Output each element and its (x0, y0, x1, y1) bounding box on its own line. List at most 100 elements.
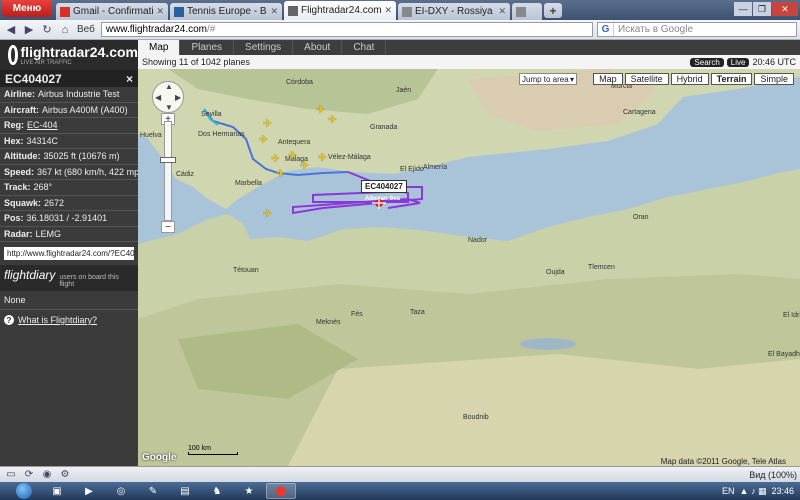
sync-icon[interactable]: ⟳ (21, 469, 37, 481)
minimize-icon[interactable]: — (734, 2, 752, 16)
live-button[interactable]: Live (726, 57, 750, 67)
scale-bar (188, 452, 238, 455)
language-indicator[interactable]: EN (722, 486, 735, 496)
tab-close-icon[interactable]: ✕ (384, 5, 392, 16)
tab-tennis-europe[interactable]: Tennis Europe - Boris S... ✕ (170, 3, 282, 20)
flight-field-row: Radar: LEMG (0, 227, 138, 242)
pan-up-icon[interactable]: ▲ (165, 82, 173, 91)
pan-right-icon[interactable]: ▶ (175, 93, 181, 102)
tab-planes[interactable]: Planes (180, 40, 235, 55)
city-label: Dos Hermanas (198, 131, 245, 138)
zoom-slider[interactable] (164, 121, 172, 221)
app-icon[interactable]: ▤ (170, 483, 200, 499)
home-icon[interactable]: ⌂ (57, 22, 73, 38)
map-type-satellite[interactable]: Satellite (624, 73, 669, 85)
aircraft-icon[interactable]: ✈ (263, 117, 272, 130)
aircraft-icon[interactable]: ✈ (300, 159, 309, 172)
explorer-icon[interactable]: ▣ (42, 483, 72, 499)
browser-status-bar: ▭ ⟳ ◉ ⚙ Вид (100%) (0, 466, 800, 482)
flight-info-panel: flightradar24.com LIVE AIR TRAFFIC EC404… (0, 40, 138, 466)
map-type-simple[interactable]: Simple (754, 73, 794, 85)
tab-settings[interactable]: Settings (234, 40, 294, 55)
view-zoom[interactable]: Вид (100%) (749, 470, 797, 480)
aircraft-icon[interactable]: ✈ (263, 207, 272, 220)
address-bar[interactable]: www.flightradar24.com/# (100, 22, 593, 37)
tab-gmail[interactable]: Gmail - Confirmation ✕ (56, 3, 168, 20)
back-icon[interactable]: ◀ (3, 22, 19, 38)
flightradar-favicon-icon (288, 5, 298, 16)
map-type-hybrid[interactable]: Hybrid (670, 73, 709, 85)
chevron-down-icon: ▾ (569, 74, 574, 84)
tab-chat[interactable]: Chat (342, 40, 387, 55)
tab-flightradar[interactable]: Flightradar24.com - Liv... ✕ (284, 1, 396, 20)
selected-flight-callsign[interactable]: EC404027 (361, 180, 407, 193)
zoom-slider-thumb[interactable] (160, 157, 176, 163)
search-input[interactable]: G Искать в Google (597, 22, 797, 37)
clock[interactable]: 23:46 (771, 486, 794, 496)
tab-ei-dxy[interactable]: EI-DXY - Rossiya - data... ✕ (398, 3, 510, 20)
flightdiary-what-link[interactable]: ? What is Flightdiary? (0, 310, 138, 330)
flight-field-row: Hex: 34314C (0, 134, 138, 149)
map-type-map[interactable]: Map (593, 73, 623, 85)
map-status-bar: Showing 11 of 1042 planes Search Live 20… (138, 55, 800, 69)
flightdiary-logo[interactable]: flightdiary (4, 268, 55, 282)
map-canvas[interactable]: Córdoba Jaén Murcia Cartagena Sevilla Granada… (138, 69, 800, 466)
tab-about[interactable]: About (293, 40, 343, 55)
jump-to-area-select[interactable]: Jump to area ▾ (519, 73, 577, 85)
panel-toggle-icon[interactable]: ▭ (3, 469, 19, 481)
share-link-field[interactable]: http://www.flightradar24.com/?EC404027 (4, 247, 134, 260)
window-close-icon[interactable]: ✕ (772, 2, 798, 16)
city-label: Sevilla (201, 111, 222, 118)
turbo-icon[interactable]: ◉ (39, 469, 55, 481)
city-label: Marbella (235, 180, 262, 187)
city-label: Vélez-Málaga (328, 154, 371, 161)
browser-nav-bar: ◀ ▶ ↻ ⌂ Веб www.flightradar24.com/# G Ис… (0, 20, 800, 40)
flightradar-logo[interactable]: flightradar24.com LIVE AIR TRAFFIC (0, 40, 138, 70)
opera-icon[interactable]: ⬤ (266, 483, 296, 499)
opera-menu-button[interactable]: Меню (2, 0, 52, 17)
field-key: Track: (4, 182, 31, 193)
flightdiary-subtitle: users on board this flight (59, 274, 119, 288)
media-player-icon[interactable]: ▶ (74, 483, 104, 499)
forward-icon[interactable]: ▶ (21, 22, 37, 38)
aircraft-icon[interactable]: ✈ (271, 152, 280, 165)
aircraft-icon[interactable]: ✈ (288, 149, 297, 162)
field-key: Speed: (4, 166, 35, 177)
aircraft-icon[interactable]: ✈ (276, 167, 285, 180)
field-value: 367 kt (680 km/h, 422 mph) (37, 166, 138, 177)
map-type-terrain[interactable]: Terrain (710, 73, 753, 85)
settings-icon[interactable]: ⚙ (57, 469, 73, 481)
city-label: Tlemcen (588, 264, 615, 271)
tab-close-icon[interactable]: ✕ (270, 6, 278, 17)
reload-icon[interactable]: ↻ (39, 22, 55, 38)
city-label: Taza (410, 309, 425, 316)
pan-left-icon[interactable]: ◀ (155, 93, 161, 102)
field-value: Airbus A400M (A400) (42, 104, 128, 115)
pan-down-icon[interactable]: ▼ (165, 103, 173, 112)
aircraft-icon[interactable]: ✈ (328, 113, 337, 126)
maximize-icon[interactable]: ❐ (753, 2, 771, 16)
aircraft-icon[interactable]: ✈ (259, 133, 268, 146)
tab-close-icon[interactable]: ✕ (498, 6, 506, 17)
zoom-out-button[interactable]: − (161, 221, 175, 233)
app-icon[interactable]: ★ (234, 483, 264, 499)
pan-control[interactable]: ▲ ◀ ▶ ▼ (152, 81, 184, 113)
chrome-icon[interactable]: ◎ (106, 483, 136, 499)
windows-start-icon[interactable] (16, 483, 32, 499)
page-favicon-icon (516, 6, 526, 17)
sea-label: Alboran Sea (365, 196, 401, 202)
tray-icons[interactable]: ▲ ♪ ▦ (740, 486, 767, 497)
aircraft-icon[interactable]: ✈ (318, 151, 327, 164)
map-type-switcher: Map Satellite Hybrid Terrain Simple (591, 73, 794, 85)
tab-map[interactable]: Map (138, 40, 181, 55)
search-button[interactable]: Search (690, 57, 724, 67)
close-icon[interactable]: × (126, 72, 133, 86)
tab-blank[interactable] (512, 3, 542, 20)
flightdiary-none: None (0, 291, 138, 310)
app-icon[interactable]: ♞ (202, 483, 232, 499)
tab-close-icon[interactable]: ✕ (156, 6, 164, 17)
field-value-link[interactable]: EC-404 (27, 120, 58, 130)
aircraft-icon[interactable]: ✈ (316, 103, 325, 116)
new-tab-button[interactable]: + (544, 3, 562, 18)
app-icon[interactable]: ✎ (138, 483, 168, 499)
